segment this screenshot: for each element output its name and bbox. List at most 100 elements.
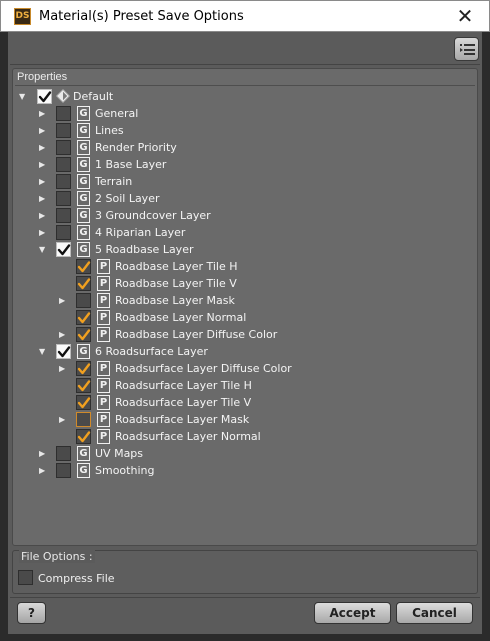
property-icon: P <box>97 429 110 444</box>
tree-row[interactable]: ▶ G 1 Base Layer <box>13 156 453 173</box>
tree-checkbox[interactable] <box>56 157 71 172</box>
tree-checkbox[interactable] <box>56 225 71 240</box>
options-menu-button[interactable] <box>454 37 479 61</box>
divider <box>15 85 475 86</box>
tree-checkbox[interactable] <box>56 174 71 189</box>
title-bar: DS Material(s) Preset Save Options ✕ <box>0 0 490 32</box>
tree-row[interactable]: ▶ G UV Maps <box>13 445 453 462</box>
close-button[interactable]: ✕ <box>455 5 475 27</box>
tree-checkbox[interactable] <box>76 276 91 291</box>
tree-row[interactable]: P Roadbase Layer Normal <box>13 309 453 326</box>
checkmark-icon <box>77 312 91 324</box>
property-icon: P <box>97 395 110 410</box>
tree-row[interactable]: P Roadbase Layer Tile V <box>13 275 453 292</box>
cancel-button[interactable]: Cancel <box>396 602 473 624</box>
property-icon: P <box>97 378 110 393</box>
expand-right-icon[interactable]: ▶ <box>39 228 47 237</box>
tree-checkbox[interactable] <box>56 208 71 223</box>
property-icon: P <box>97 293 110 308</box>
tree-checkbox[interactable] <box>76 361 91 376</box>
tree-checkbox[interactable] <box>56 242 71 257</box>
tree-row[interactable]: ▼ G 6 Roadsurface Layer <box>13 343 453 360</box>
tree-row[interactable]: ▶ G Render Priority <box>13 139 453 156</box>
tree-item-label: 6 Roadsurface Layer <box>95 345 208 358</box>
tree-checkbox[interactable] <box>76 293 91 308</box>
tree-row[interactable]: ▶ G Smoothing <box>13 462 453 479</box>
group-icon: G <box>77 123 90 138</box>
tree-row[interactable]: ▼ Default <box>13 88 453 105</box>
tree-item-label: Roadbase Layer Diffuse Color <box>115 328 278 341</box>
expand-right-icon[interactable]: ▶ <box>39 211 47 220</box>
property-icon: P <box>97 310 110 325</box>
tree-item-label: Roadbase Layer Tile H <box>115 260 238 273</box>
tree-row[interactable]: ▶ P Roadsurface Layer Mask <box>13 411 453 428</box>
expand-right-icon[interactable]: ▶ <box>39 109 47 118</box>
compress-file-checkbox[interactable] <box>18 570 33 585</box>
tree-checkbox[interactable] <box>76 412 91 427</box>
expand-right-icon[interactable]: ▶ <box>39 160 47 169</box>
tree-item-label: Roadbase Layer Normal <box>115 311 247 324</box>
tree-row[interactable]: ▶ G Terrain <box>13 173 453 190</box>
expand-right-icon[interactable]: ▶ <box>39 143 47 152</box>
tree-checkbox[interactable] <box>76 395 91 410</box>
tree-checkbox[interactable] <box>56 191 71 206</box>
expand-right-icon[interactable]: ▶ <box>59 330 67 339</box>
expand-right-icon[interactable]: ▶ <box>39 466 47 475</box>
window-title: Material(s) Preset Save Options <box>39 9 244 24</box>
tree-checkbox[interactable] <box>37 89 52 104</box>
tree-row[interactable]: ▶ G General <box>13 105 453 122</box>
help-button[interactable]: ? <box>17 602 46 624</box>
expand-down-icon[interactable]: ▼ <box>39 347 47 356</box>
tree-item-label: Roadbase Layer Tile V <box>115 277 237 290</box>
tree-row[interactable]: P Roadsurface Layer Tile H <box>13 377 453 394</box>
accept-button[interactable]: Accept <box>314 602 391 624</box>
tree-item-label: 4 Riparian Layer <box>95 226 186 239</box>
tree-row[interactable]: ▶ G 2 Soil Layer <box>13 190 453 207</box>
tree-checkbox[interactable] <box>76 259 91 274</box>
tree-checkbox[interactable] <box>56 106 71 121</box>
tree-checkbox[interactable] <box>76 378 91 393</box>
window-border-right <box>482 32 490 641</box>
tree-item-label: Roadsurface Layer Diffuse Color <box>115 362 292 375</box>
tree-checkbox[interactable] <box>56 140 71 155</box>
compress-file-label: Compress File <box>38 572 115 585</box>
tree-checkbox[interactable] <box>56 123 71 138</box>
group-icon: G <box>77 191 90 206</box>
expand-right-icon[interactable]: ▶ <box>59 415 67 424</box>
tree-row[interactable]: ▶ P Roadsurface Layer Diffuse Color <box>13 360 453 377</box>
expand-down-icon[interactable]: ▼ <box>19 92 27 101</box>
tree-row[interactable]: ▶ P Roadbase Layer Mask <box>13 292 453 309</box>
expand-down-icon[interactable]: ▼ <box>39 245 47 254</box>
tree-row[interactable]: ▶ P Roadbase Layer Diffuse Color <box>13 326 453 343</box>
tree-row[interactable]: P Roadsurface Layer Tile V <box>13 394 453 411</box>
tree-row[interactable]: ▶ G 4 Riparian Layer <box>13 224 453 241</box>
tree-row[interactable]: ▶ G Lines <box>13 122 453 139</box>
expand-right-icon[interactable]: ▶ <box>39 126 47 135</box>
tree-checkbox[interactable] <box>76 310 91 325</box>
file-options-heading: File Options : <box>19 550 95 563</box>
expand-right-icon[interactable]: ▶ <box>59 296 67 305</box>
tree-item-label: Render Priority <box>95 141 177 154</box>
window-border-left <box>0 32 8 641</box>
expand-right-icon[interactable]: ▶ <box>39 449 47 458</box>
tree-item-label: Roadbase Layer Mask <box>115 294 235 307</box>
checkmark-icon <box>77 329 91 341</box>
expand-right-icon[interactable]: ▶ <box>39 177 47 186</box>
tree-checkbox[interactable] <box>56 446 71 461</box>
tree-row[interactable]: P Roadsurface Layer Normal <box>13 428 453 445</box>
group-icon: G <box>77 208 90 223</box>
expand-right-icon[interactable]: ▶ <box>39 194 47 203</box>
tree-item-label: Roadsurface Layer Tile V <box>115 396 252 409</box>
tree-row[interactable]: ▶ G 3 Groundcover Layer <box>13 207 453 224</box>
tree-checkbox[interactable] <box>76 429 91 444</box>
group-icon: G <box>77 106 90 121</box>
tree-checkbox[interactable] <box>56 344 71 359</box>
tree-checkbox[interactable] <box>76 327 91 342</box>
expand-right-icon[interactable]: ▶ <box>59 364 67 373</box>
divider <box>10 64 480 65</box>
tree-item-label: Smoothing <box>95 464 155 477</box>
tree-row[interactable]: P Roadbase Layer Tile H <box>13 258 453 275</box>
tree-checkbox[interactable] <box>56 463 71 478</box>
checkmark-icon <box>57 346 71 358</box>
tree-row[interactable]: ▼ G 5 Roadbase Layer <box>13 241 453 258</box>
